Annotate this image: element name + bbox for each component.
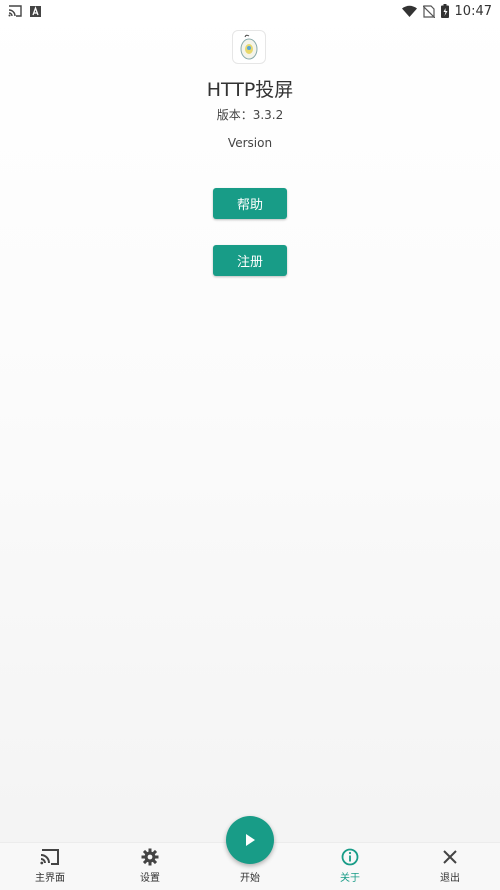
nav-label-about: 关于 xyxy=(340,873,360,884)
battery-icon xyxy=(440,4,449,18)
nav-item-settings[interactable]: 设置 xyxy=(100,843,200,890)
app-title: HTTP投屏 xyxy=(206,79,294,101)
nav-label-start: 开始 xyxy=(240,873,260,884)
nav-label-home: 主界面 xyxy=(35,873,65,884)
nav-label-settings: 设置 xyxy=(140,873,160,884)
cast-icon xyxy=(8,5,22,17)
close-icon xyxy=(443,847,457,867)
gear-icon xyxy=(141,847,159,867)
version-text: Version xyxy=(227,136,273,150)
register-button[interactable]: 注册 xyxy=(213,245,287,276)
help-button[interactable]: 帮助 xyxy=(213,188,287,219)
status-time: 10:47 xyxy=(454,3,492,19)
info-icon xyxy=(341,847,359,867)
a-icon xyxy=(30,5,41,17)
nav-item-about[interactable]: 关于 xyxy=(300,843,400,890)
no-sim-icon xyxy=(422,4,435,18)
app-logo xyxy=(232,30,266,64)
play-icon xyxy=(243,833,257,847)
status-bar-left xyxy=(8,5,41,17)
nav-label-exit: 退出 xyxy=(440,873,460,884)
start-fab-button[interactable] xyxy=(226,816,274,864)
nav-item-exit[interactable]: 退出 xyxy=(400,843,500,890)
nav-item-home[interactable]: 主界面 xyxy=(0,843,100,890)
status-bar: 10:47 xyxy=(0,0,500,22)
cast-icon xyxy=(40,847,60,867)
wifi-icon xyxy=(401,5,417,17)
version-label: 版本：3.3.2 xyxy=(216,108,284,122)
status-bar-right: 10:47 xyxy=(401,3,492,19)
